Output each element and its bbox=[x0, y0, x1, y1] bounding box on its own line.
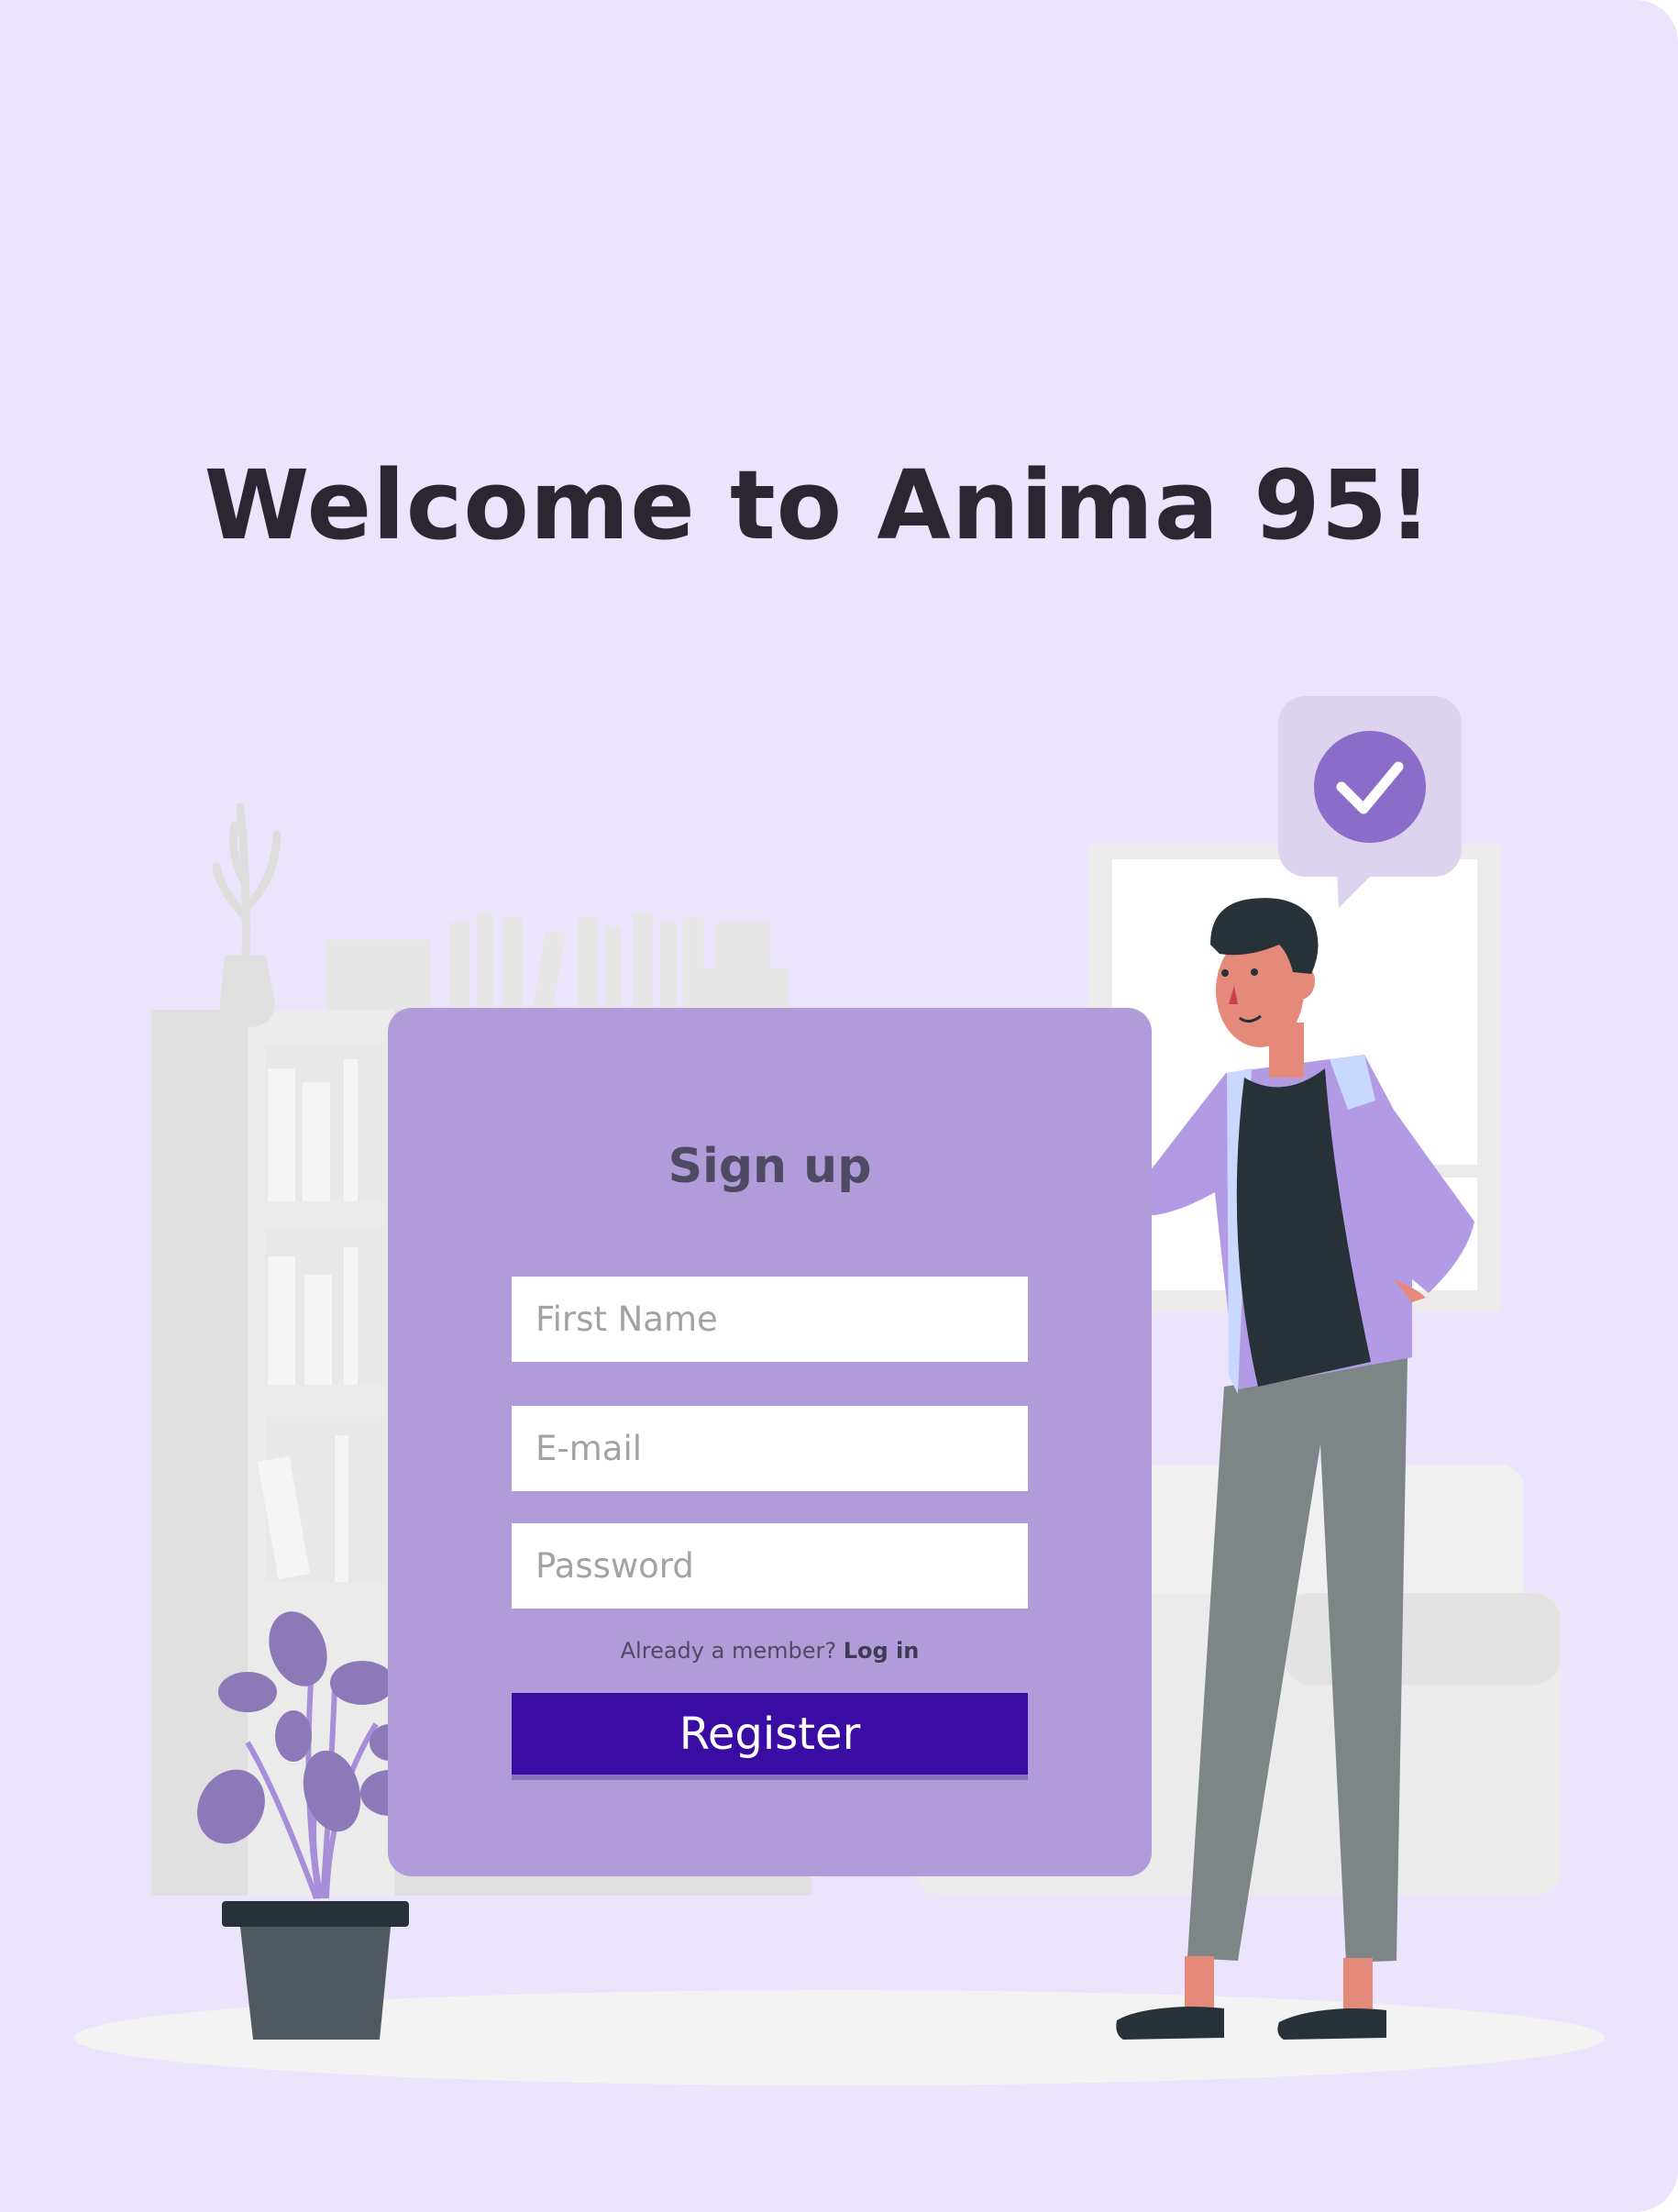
register-button[interactable]: Register bbox=[512, 1693, 1028, 1780]
login-link[interactable]: Log in bbox=[844, 1638, 920, 1664]
email-field[interactable] bbox=[512, 1406, 1028, 1491]
already-member-text: Already a member? Log in bbox=[0, 1638, 1540, 1664]
check-circle-icon bbox=[1314, 731, 1426, 843]
signup-title: Sign up bbox=[668, 1139, 872, 1194]
first-name-field[interactable] bbox=[512, 1277, 1028, 1362]
page-background: Welcome to Anima 95! Sign up First Name … bbox=[0, 0, 1678, 2212]
speech-bubble bbox=[1278, 696, 1462, 908]
password-field[interactable] bbox=[512, 1523, 1028, 1609]
already-member-label: Already a member? bbox=[620, 1638, 844, 1664]
